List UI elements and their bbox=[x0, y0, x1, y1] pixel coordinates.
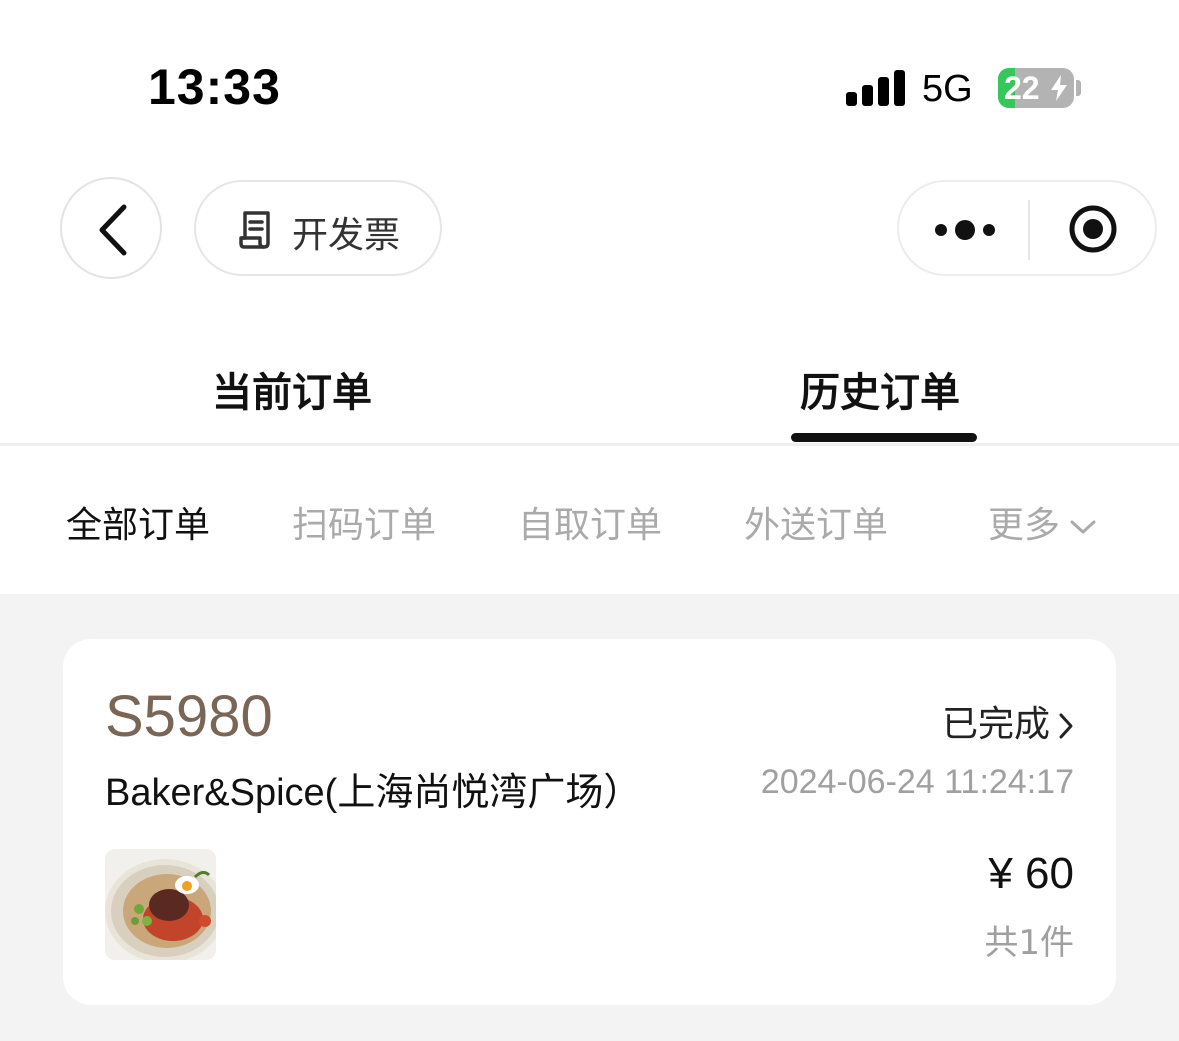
charging-icon bbox=[1051, 75, 1067, 101]
tab-current-orders[interactable]: 当前订单 bbox=[212, 360, 372, 418]
more-dots-icon[interactable] bbox=[935, 218, 997, 242]
chevron-left-icon bbox=[99, 204, 127, 256]
tabs-divider bbox=[0, 443, 1179, 446]
capsule-divider bbox=[1028, 200, 1030, 260]
chevron-down-icon bbox=[1070, 520, 1096, 534]
filter-scan-orders[interactable]: 扫码订单 bbox=[292, 496, 436, 548]
invoice-label: 开发票 bbox=[292, 215, 401, 256]
invoice-button[interactable]: 开发票 bbox=[194, 180, 442, 276]
battery-cap bbox=[1076, 80, 1081, 96]
order-status-label: 已完成 bbox=[941, 704, 1050, 745]
filter-pickup-orders[interactable]: 自取订单 bbox=[518, 496, 662, 548]
filter-delivery-orders[interactable]: 外送订单 bbox=[744, 496, 888, 548]
order-price: ¥ 60 bbox=[988, 849, 1074, 898]
active-tab-indicator bbox=[791, 433, 977, 442]
filter-more-label: 更多 bbox=[988, 505, 1061, 546]
battery-icon: 22 bbox=[998, 68, 1074, 108]
back-button[interactable] bbox=[60, 177, 162, 279]
food-bowl-image bbox=[105, 849, 216, 960]
network-type: 5G bbox=[922, 68, 973, 110]
close-miniprogram-icon[interactable] bbox=[1068, 204, 1118, 254]
order-card[interactable]: S5980 已完成 Baker&Spice(上海尚悦湾广场） 2024-06-2… bbox=[63, 639, 1116, 1005]
status-time: 13:33 bbox=[148, 59, 281, 115]
order-status[interactable]: 已完成 bbox=[942, 695, 1074, 747]
signal-icon bbox=[846, 70, 906, 106]
store-name: Baker&Spice(上海尚悦湾广场） bbox=[105, 772, 642, 814]
receipt-icon bbox=[239, 211, 270, 249]
tab-history-orders[interactable]: 历史订单 bbox=[800, 360, 960, 418]
order-item-count: 共1件 bbox=[984, 923, 1074, 963]
filter-more[interactable]: 更多 bbox=[988, 496, 1096, 548]
order-time: 2024-06-24 11:24:17 bbox=[760, 763, 1074, 801]
miniprogram-capsule bbox=[897, 180, 1157, 276]
battery-level: 22 bbox=[1004, 70, 1040, 106]
order-number: S5980 bbox=[105, 684, 273, 749]
filter-all-orders[interactable]: 全部订单 bbox=[66, 496, 210, 548]
chevron-right-icon bbox=[1059, 713, 1073, 739]
